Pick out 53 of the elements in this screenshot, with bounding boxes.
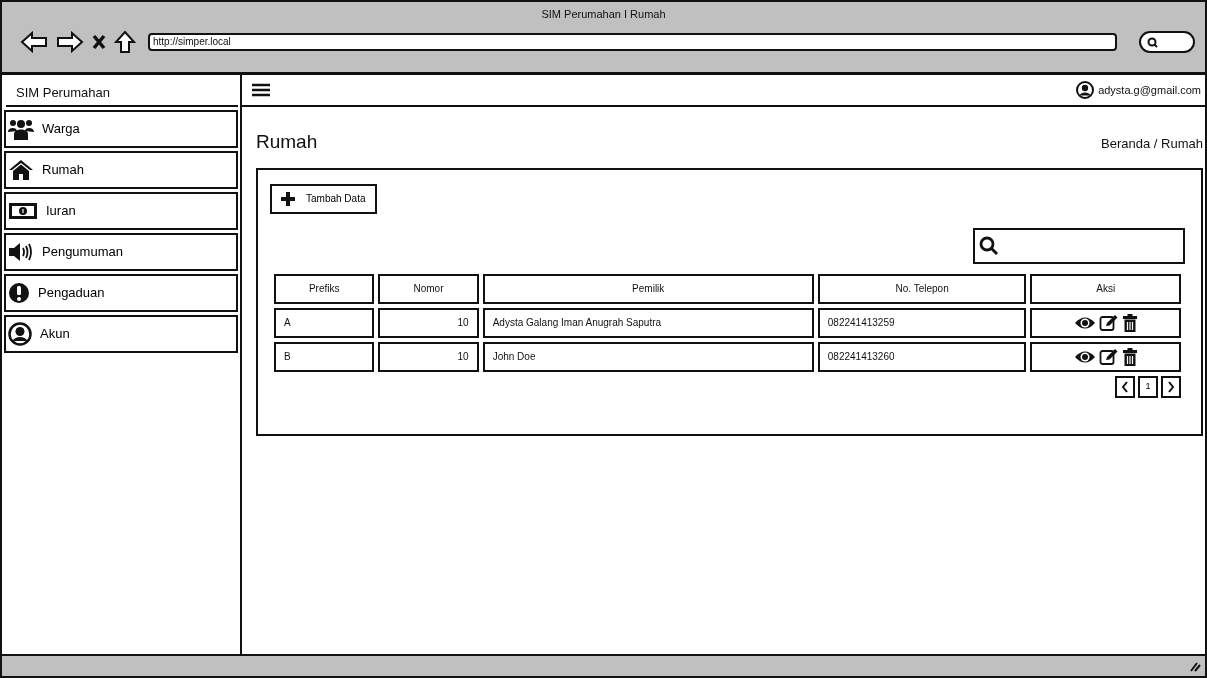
page-title: Rumah (256, 131, 318, 154)
sidebar-item[interactable]: Rumah (4, 151, 238, 189)
resize-grip-icon[interactable] (1189, 660, 1201, 672)
user-avatar-icon (1076, 81, 1095, 99)
previous-page-button[interactable] (1115, 375, 1135, 398)
back-icon[interactable] (20, 31, 48, 53)
search-icon (1147, 36, 1158, 48)
chevron-left-icon (1121, 380, 1129, 393)
sidebar-item[interactable]: Warga (4, 110, 238, 148)
user-email[interactable]: adysta.g@gmail.com (1098, 81, 1201, 99)
chevron-right-icon (1167, 380, 1175, 393)
trash-icon[interactable] (1121, 313, 1138, 332)
table-cell: 10 (378, 341, 479, 372)
window-title: SIM Perumahan I Rumah (540, 7, 667, 22)
add-data-button[interactable]: Tambah Data (270, 183, 378, 214)
browser-search-field[interactable] (1139, 31, 1195, 53)
page-button[interactable]: 1 (1138, 375, 1158, 398)
home-icon[interactable] (114, 30, 136, 54)
sidebar-item[interactable]: Iuran (4, 192, 238, 230)
column-header: Prefiks (274, 273, 375, 304)
pencil-icon[interactable] (1098, 313, 1119, 332)
banknote-icon (8, 202, 38, 220)
search-field[interactable] (973, 227, 1185, 264)
sidebar-item[interactable]: Akun (4, 315, 238, 353)
column-header: Nomor (378, 273, 479, 304)
table-cell: B (274, 341, 375, 372)
table-cell: Adysta Galang Iman Anugrah Saputra (482, 307, 814, 338)
column-header: Aksi (1030, 273, 1181, 304)
table-cell: 082241413259 (817, 307, 1027, 338)
table-cell: John Doe (482, 341, 814, 372)
breadcrumb: Beranda / Rumah (1101, 135, 1203, 153)
column-header: Pemilik (482, 273, 814, 304)
speaker-icon (8, 241, 34, 263)
table-cell: 082241413260 (817, 341, 1027, 372)
sidebar-brand: SIM Perumahan (6, 75, 238, 107)
forward-icon[interactable] (56, 31, 84, 53)
close-icon[interactable] (92, 34, 106, 50)
plus-icon (280, 190, 296, 207)
address-bar[interactable]: http://simper.local (148, 33, 1117, 51)
next-page-button[interactable] (1161, 375, 1181, 398)
user-icon (8, 322, 32, 346)
trash-icon[interactable] (1121, 347, 1138, 366)
sidebar-item[interactable]: Pengumuman (4, 233, 238, 271)
table-cell: 10 (378, 307, 479, 338)
pencil-icon[interactable] (1098, 347, 1119, 366)
exclamation-icon (8, 282, 30, 304)
column-header: No. Telepon (817, 273, 1027, 304)
sidebar-item[interactable]: Pengaduan (4, 274, 238, 312)
table-cell: A (274, 307, 375, 338)
house-icon (8, 159, 34, 181)
menu-icon[interactable] (252, 83, 270, 97)
search-icon (979, 235, 999, 256)
people-icon (8, 118, 34, 140)
